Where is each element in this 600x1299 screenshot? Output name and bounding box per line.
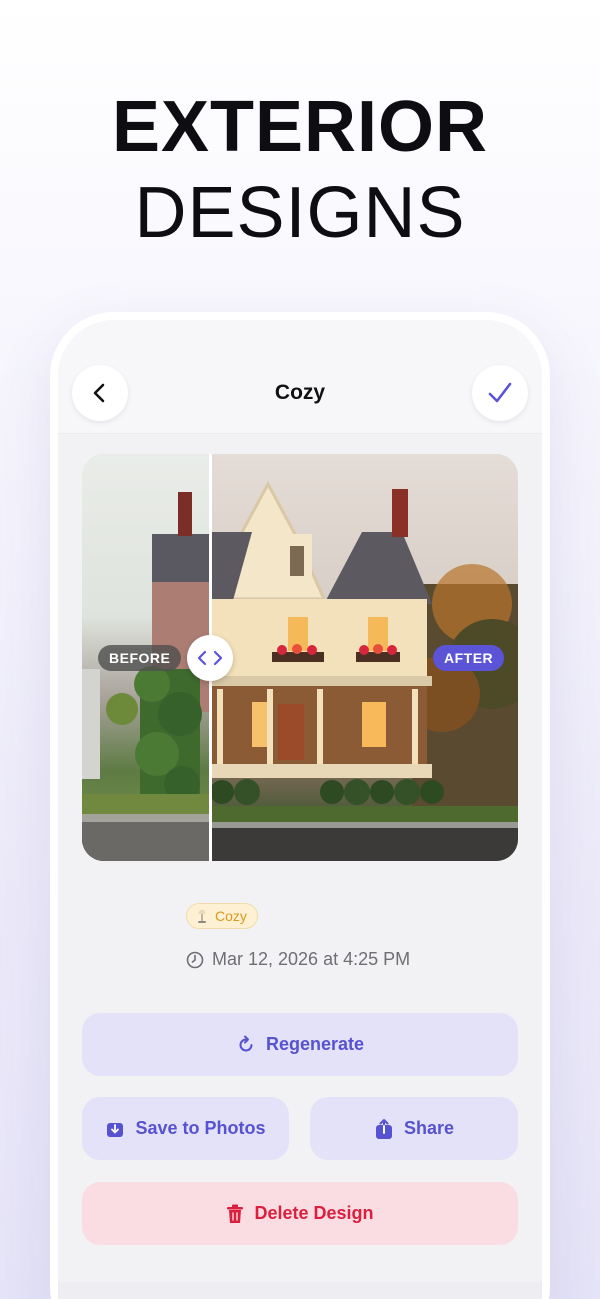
confirm-button[interactable] xyxy=(472,365,528,421)
trash-icon xyxy=(227,1204,244,1223)
style-tag: Cozy xyxy=(186,903,258,929)
bottom-bar xyxy=(58,1282,542,1299)
headline-exterior: EXTERIOR xyxy=(111,87,489,167)
clock-icon xyxy=(186,951,204,968)
left-right-arrows-icon xyxy=(197,650,223,666)
created-timestamp: Mar 12, 2026 at 4:25 PM xyxy=(186,949,410,970)
regenerate-label: Regenerate xyxy=(265,1034,365,1054)
before-after-comparison[interactable]: BEFORE AFTER xyxy=(82,454,518,861)
navigation-bar: Cozy xyxy=(58,320,542,434)
download-icon xyxy=(107,1122,124,1137)
after-label: AFTER xyxy=(433,645,505,671)
share-button[interactable]: Share xyxy=(310,1097,518,1160)
checkmark-icon xyxy=(488,382,512,403)
share-label: Share xyxy=(403,1118,455,1138)
headline-designs: DESIGNS xyxy=(134,173,466,253)
style-tag-label: Cozy xyxy=(215,908,247,924)
before-label: BEFORE xyxy=(98,645,182,671)
delete-design-button[interactable]: Delete Design xyxy=(82,1182,518,1245)
timestamp-text: Mar 12, 2026 at 4:25 PM xyxy=(212,949,411,969)
refresh-icon xyxy=(239,1035,253,1051)
comparison-slider-handle[interactable] xyxy=(187,635,233,681)
page-title: Cozy xyxy=(274,381,326,404)
lamp-icon xyxy=(198,910,206,923)
regenerate-button[interactable]: Regenerate xyxy=(82,1013,518,1076)
save-to-photos-label: Save to Photos xyxy=(135,1118,266,1138)
save-to-photos-button[interactable]: Save to Photos xyxy=(82,1097,289,1160)
delete-design-label: Delete Design xyxy=(254,1203,374,1223)
share-icon xyxy=(375,1118,392,1139)
app-screen: Cozy BEFORE AFTER Cozy Mar 12, 2026 at 4… xyxy=(58,320,542,1299)
